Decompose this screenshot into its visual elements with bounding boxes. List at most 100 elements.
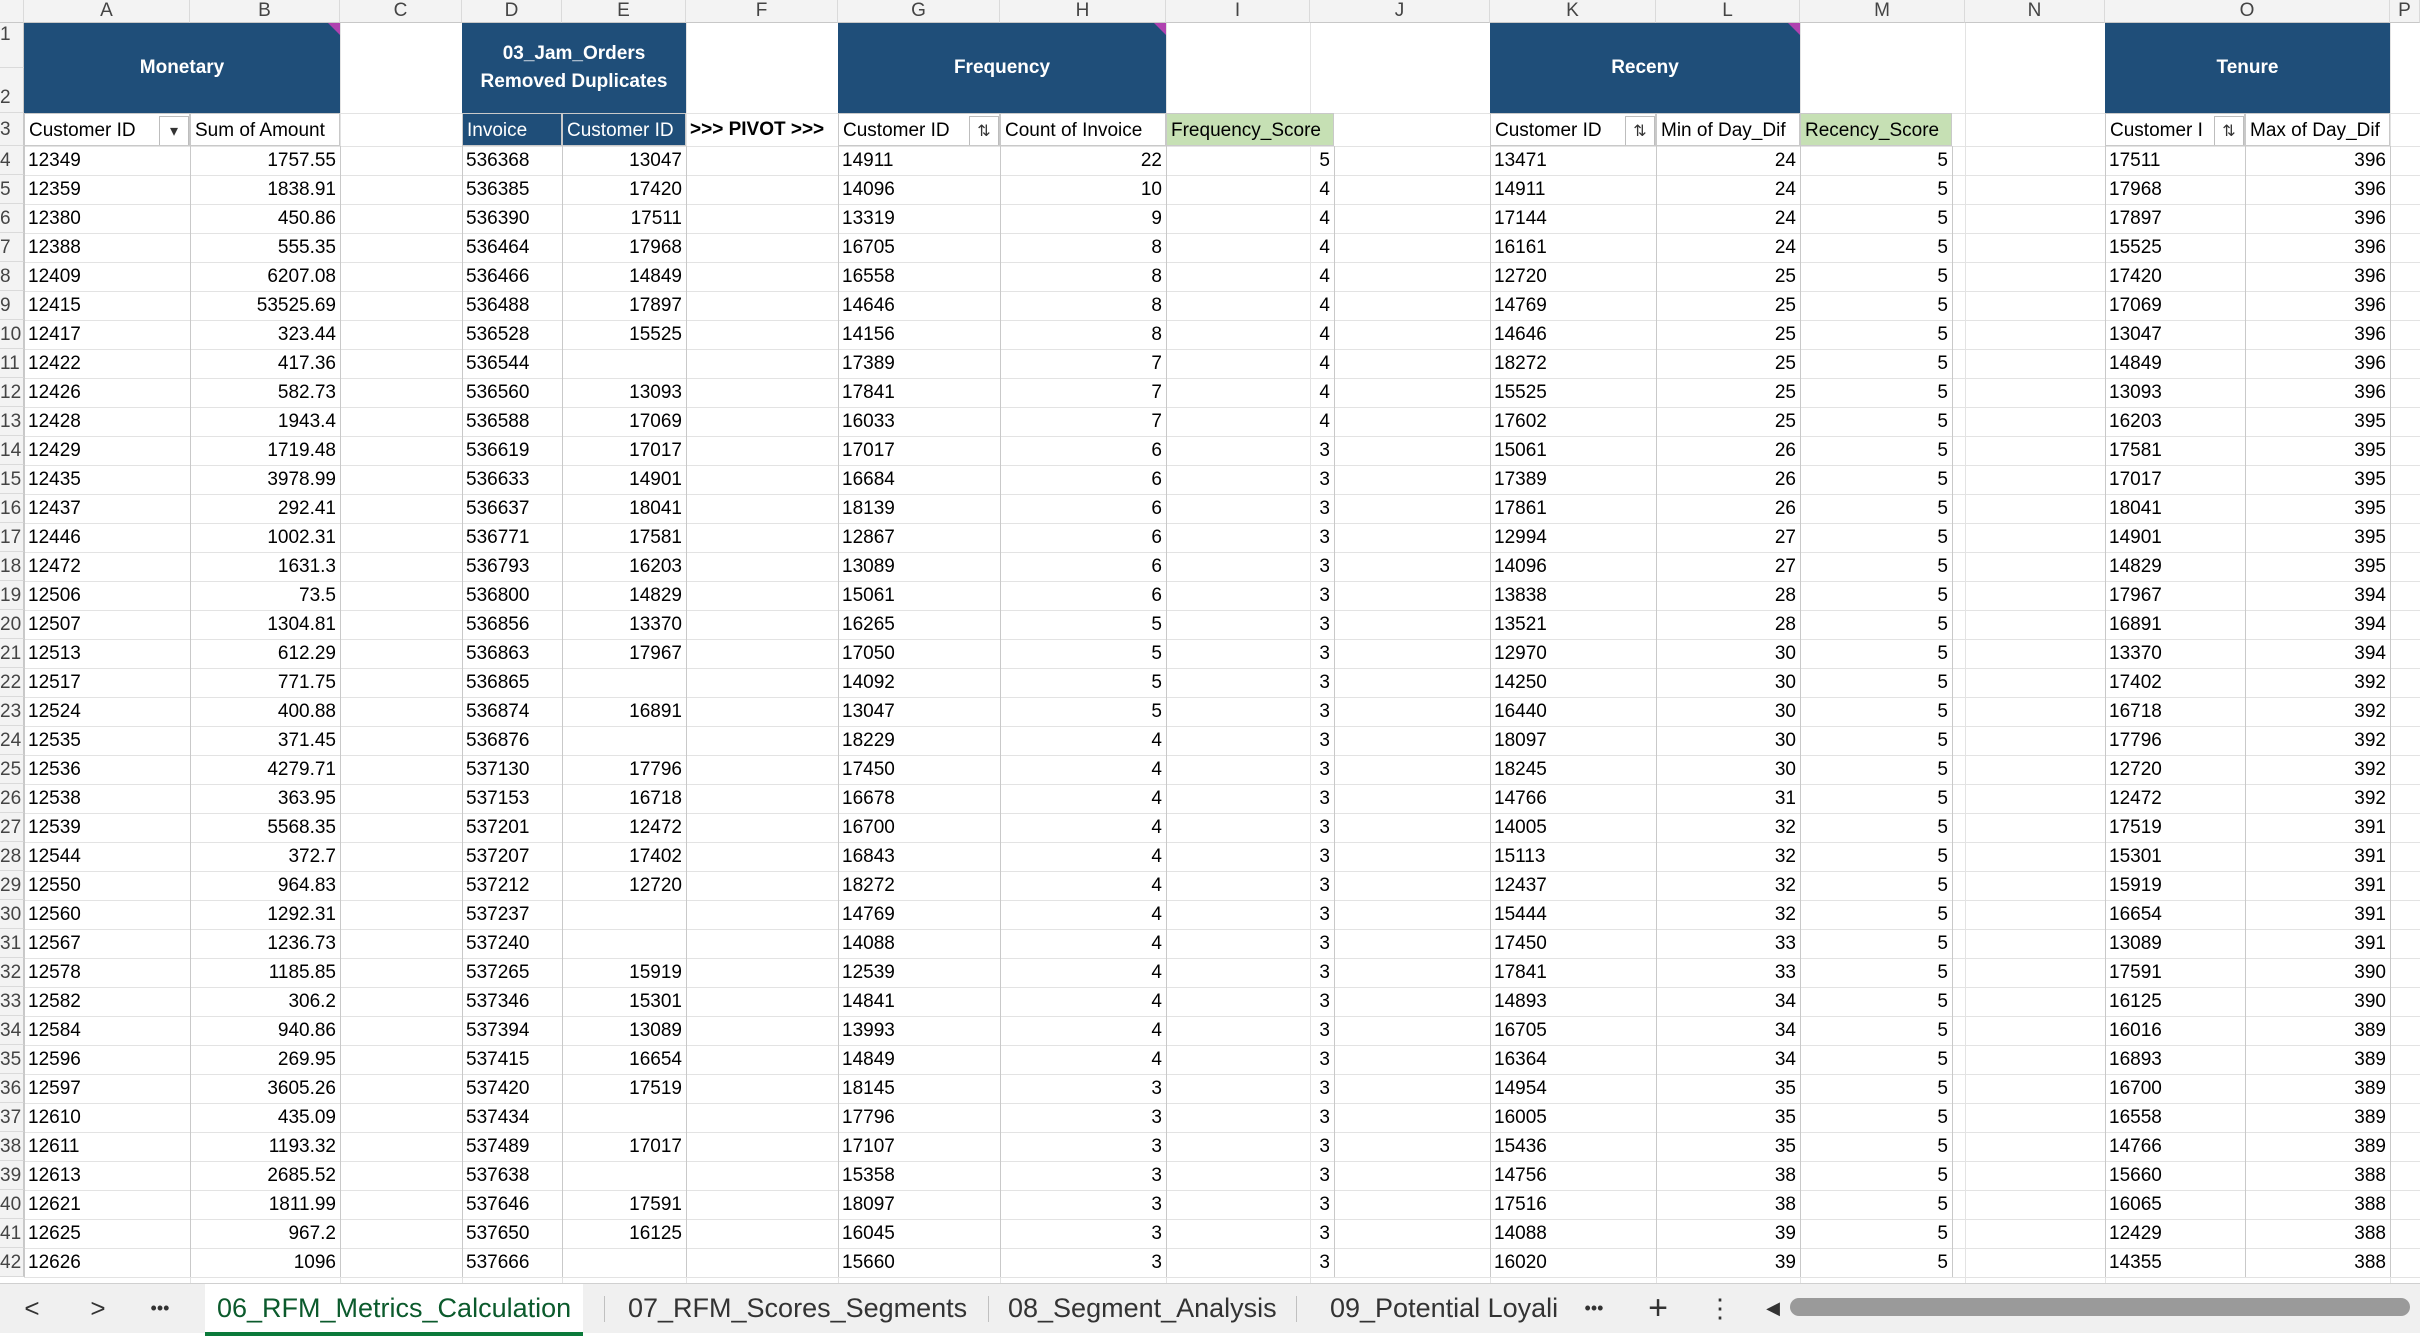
monetary-header-customer-id[interactable]: Customer ID ▾ <box>24 113 190 146</box>
orders-cell[interactable] <box>562 1103 686 1132</box>
recency-cell[interactable]: 5 <box>1800 726 1952 755</box>
monetary-cell[interactable]: 967.2 <box>190 1219 340 1248</box>
recency-cell[interactable]: 30 <box>1656 639 1800 668</box>
orders-cell[interactable]: 537394 <box>462 1016 562 1045</box>
tenure-cell[interactable]: 395 <box>2245 465 2390 494</box>
orders-cell[interactable]: 536619 <box>462 436 562 465</box>
row-header[interactable]: 22 <box>0 668 24 697</box>
recency-cell[interactable]: 25 <box>1656 320 1800 349</box>
tenure-cell[interactable]: 389 <box>2245 1132 2390 1161</box>
recency-cell[interactable]: 39 <box>1656 1219 1800 1248</box>
monetary-cell[interactable]: 1236.73 <box>190 929 340 958</box>
recency-cell[interactable]: 26 <box>1656 494 1800 523</box>
recency-cell[interactable]: 12437 <box>1490 871 1656 900</box>
orders-cell[interactable]: 13047 <box>562 146 686 175</box>
monetary-cell[interactable]: 12409 <box>24 262 190 291</box>
monetary-cell[interactable]: 12626 <box>24 1248 190 1277</box>
monetary-cell[interactable]: 3605.26 <box>190 1074 340 1103</box>
tenure-cell[interactable]: 15660 <box>2105 1161 2245 1190</box>
orders-cell[interactable]: 536863 <box>462 639 562 668</box>
orders-cell[interactable] <box>562 726 686 755</box>
frequency-cell[interactable]: 18097 <box>838 1190 1000 1219</box>
frequency-cell[interactable]: 5 <box>1166 146 1334 175</box>
row-header[interactable]: 32 <box>0 958 24 987</box>
frequency-cell[interactable]: 13047 <box>838 697 1000 726</box>
recency-cell[interactable]: 14088 <box>1490 1219 1656 1248</box>
recency-cell[interactable]: 17389 <box>1490 465 1656 494</box>
orders-cell[interactable]: 537237 <box>462 900 562 929</box>
monetary-cell[interactable]: 12578 <box>24 958 190 987</box>
tenure-cell[interactable]: 16700 <box>2105 1074 2245 1103</box>
recency-cell[interactable]: 32 <box>1656 813 1800 842</box>
orders-cell[interactable]: 536528 <box>462 320 562 349</box>
monetary-cell[interactable]: 12506 <box>24 581 190 610</box>
tenure-cell[interactable]: 17968 <box>2105 175 2245 204</box>
recency-cell[interactable]: 16161 <box>1490 233 1656 262</box>
frequency-cell[interactable]: 17389 <box>838 349 1000 378</box>
recency-cell[interactable]: 5 <box>1800 523 1952 552</box>
tenure-cell[interactable]: 13089 <box>2105 929 2245 958</box>
frequency-cell[interactable]: 4 <box>1166 175 1334 204</box>
frequency-cell[interactable]: 17107 <box>838 1132 1000 1161</box>
frequency-cell[interactable]: 14088 <box>838 929 1000 958</box>
row-header[interactable]: 10 <box>0 320 24 349</box>
frequency-cell[interactable]: 3 <box>1166 900 1334 929</box>
frequency-cell[interactable]: 4 <box>1000 726 1166 755</box>
frequency-cell[interactable]: 3 <box>1000 1103 1166 1132</box>
frequency-cell[interactable]: 18272 <box>838 871 1000 900</box>
frequency-cell[interactable]: 4 <box>1166 291 1334 320</box>
row-header[interactable]: 33 <box>0 987 24 1016</box>
tenure-cell[interactable]: 392 <box>2245 755 2390 784</box>
tenure-cell[interactable]: 388 <box>2245 1161 2390 1190</box>
frequency-cell[interactable]: 3 <box>1166 784 1334 813</box>
monetary-cell[interactable]: 12611 <box>24 1132 190 1161</box>
frequency-cell[interactable]: 3 <box>1166 465 1334 494</box>
monetary-cell[interactable]: 12610 <box>24 1103 190 1132</box>
frequency-cell[interactable]: 3 <box>1166 1103 1334 1132</box>
monetary-cell[interactable]: 12560 <box>24 900 190 929</box>
recency-cell[interactable]: 24 <box>1656 204 1800 233</box>
frequency-cell[interactable]: 12867 <box>838 523 1000 552</box>
recency-cell[interactable]: 35 <box>1656 1103 1800 1132</box>
orders-cell[interactable]: 536874 <box>462 697 562 726</box>
recency-cell[interactable]: 5 <box>1800 842 1952 871</box>
tenure-cell[interactable]: 388 <box>2245 1248 2390 1277</box>
monetary-cell[interactable]: 12538 <box>24 784 190 813</box>
recency-cell[interactable]: 5 <box>1800 349 1952 378</box>
prev-sheet-button[interactable]: < <box>14 1284 50 1332</box>
monetary-cell[interactable]: 12621 <box>24 1190 190 1219</box>
monetary-cell[interactable]: 12597 <box>24 1074 190 1103</box>
tenure-cell[interactable]: 391 <box>2245 900 2390 929</box>
monetary-cell[interactable]: 1943.4 <box>190 407 340 436</box>
tenure-cell[interactable]: 395 <box>2245 523 2390 552</box>
monetary-cell[interactable]: 555.35 <box>190 233 340 262</box>
tenure-cell[interactable]: 395 <box>2245 494 2390 523</box>
frequency-cell[interactable]: 5 <box>1000 668 1166 697</box>
tenure-cell[interactable]: 12472 <box>2105 784 2245 813</box>
frequency-cell[interactable]: 16843 <box>838 842 1000 871</box>
recency-cell[interactable]: 18245 <box>1490 755 1656 784</box>
column-header-k[interactable]: K <box>1490 0 1656 23</box>
tenure-cell[interactable]: 394 <box>2245 581 2390 610</box>
tenure-cell[interactable]: 395 <box>2245 552 2390 581</box>
frequency-cell[interactable]: 6 <box>1000 552 1166 581</box>
recency-cell[interactable]: 39 <box>1656 1248 1800 1277</box>
frequency-cell[interactable]: 3 <box>1166 1219 1334 1248</box>
tenure-cell[interactable]: 17581 <box>2105 436 2245 465</box>
recency-cell[interactable]: 5 <box>1800 958 1952 987</box>
recency-cell[interactable]: 32 <box>1656 871 1800 900</box>
recency-cell[interactable]: 15061 <box>1490 436 1656 465</box>
monetary-cell[interactable]: 417.36 <box>190 349 340 378</box>
tenure-header-max-daydif[interactable]: Max of Day_Dif <box>2245 113 2390 146</box>
tenure-cell[interactable]: 388 <box>2245 1190 2390 1219</box>
frequency-cell[interactable]: 4 <box>1166 378 1334 407</box>
frequency-cell[interactable]: 3 <box>1166 1074 1334 1103</box>
monetary-cell[interactable]: 12417 <box>24 320 190 349</box>
recency-cell[interactable]: 5 <box>1800 233 1952 262</box>
tenure-cell[interactable]: 396 <box>2245 320 2390 349</box>
frequency-cell[interactable]: 18145 <box>838 1074 1000 1103</box>
tenure-cell[interactable]: 16125 <box>2105 987 2245 1016</box>
recency-cell[interactable]: 17516 <box>1490 1190 1656 1219</box>
row-header[interactable]: 18 <box>0 552 24 581</box>
frequency-cell[interactable]: 16705 <box>838 233 1000 262</box>
